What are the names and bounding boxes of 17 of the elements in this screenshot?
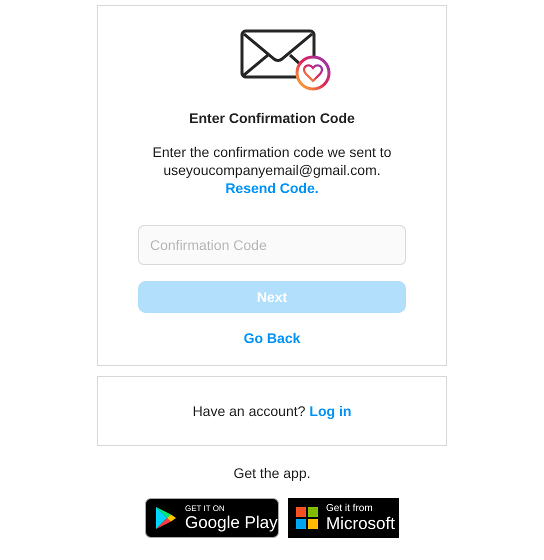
badge-caption: GET IT ON: [185, 505, 226, 513]
badge-caption: Get it from: [326, 504, 374, 514]
four-squares-icon: [296, 507, 318, 529]
store-name: Google Play: [185, 514, 278, 531]
play-triangle-icon: [155, 506, 177, 530]
envelope-heart-icon: [240, 29, 332, 91]
instruction-text: Enter the confirmation code we sent to useyoucompanyemail@gmail.com. Resend Code.: [152, 143, 392, 197]
heading: Enter Confirmation Code: [189, 110, 355, 126]
go-back-link[interactable]: Go Back: [244, 330, 300, 346]
get-app-text: Get the app.: [233, 465, 311, 481]
code-input-field[interactable]: Confirmation Code: [138, 225, 406, 265]
account-prompt: Have an account?: [192, 403, 306, 419]
resend-code-link[interactable]: Resend Code.: [225, 180, 319, 196]
log-in-link[interactable]: Log in: [309, 403, 352, 419]
store-badge[interactable]: Get it from Microsoft: [288, 498, 399, 538]
store-name: Microsoft: [326, 515, 395, 532]
store-badge[interactable]: GET IT ON Google Play: [145, 498, 279, 538]
